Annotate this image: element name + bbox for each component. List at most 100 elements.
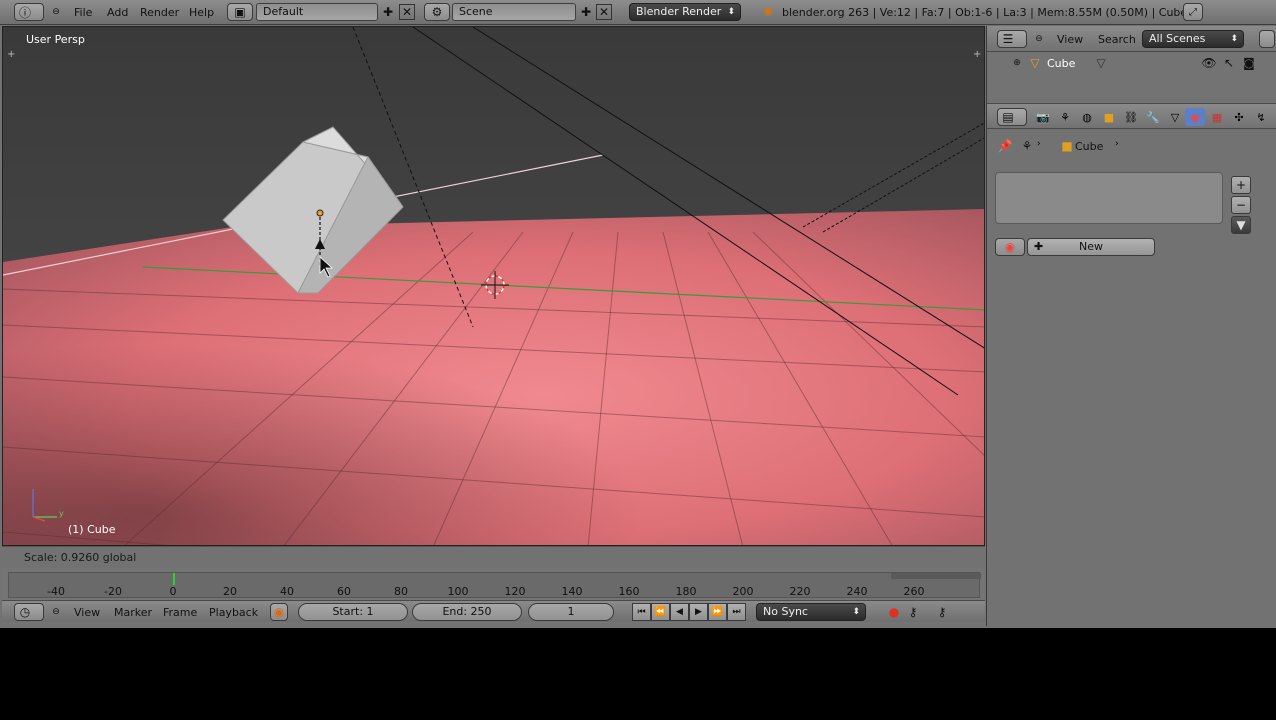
preview-range-button[interactable]: ◉ xyxy=(270,603,288,621)
outliner-editor-type-button[interactable]: ☰ xyxy=(997,30,1027,48)
play-reverse-button[interactable]: ◀ xyxy=(670,603,689,621)
collapse-menu-icon[interactable]: ⊖ xyxy=(1031,31,1047,47)
jump-keyframe-back-button[interactable]: ⏪ xyxy=(651,603,670,621)
material-tab-icon[interactable]: ◉ xyxy=(1185,108,1205,126)
physics-tab-icon[interactable]: ↯ xyxy=(1251,108,1271,126)
select-arrow-icon[interactable]: ↖ xyxy=(1221,55,1237,71)
timeline-menu-frame[interactable]: Frame xyxy=(163,606,197,619)
start-frame-label: Start: 1 xyxy=(332,605,374,618)
remove-layout-icon[interactable]: ✕ xyxy=(399,4,415,20)
object-tab-icon[interactable]: ■ xyxy=(1099,108,1119,126)
render-engine-select[interactable]: Blender Render ⬍ xyxy=(629,3,741,21)
slot-specials-button[interactable]: ▼ xyxy=(1231,216,1251,234)
scene-selector[interactable]: ⚙ xyxy=(424,3,450,21)
region-corner-icon[interactable]: + xyxy=(973,49,981,60)
outliner-menu-view[interactable]: View xyxy=(1057,33,1083,46)
updown-arrows-icon: ⬍ xyxy=(1230,34,1238,44)
tick-label: 100 xyxy=(447,585,469,598)
timeline-editor[interactable]: -40 -20 0 20 40 60 80 100 120 140 160 18… xyxy=(2,568,985,624)
keyframe-insert-icon[interactable]: ⚷ xyxy=(934,604,950,620)
play-icon: ▶ xyxy=(695,607,702,617)
menu-file[interactable]: File xyxy=(74,6,92,19)
tick-label: -20 xyxy=(104,585,122,598)
render-camera-icon[interactable]: ◙ xyxy=(1241,55,1257,71)
screen-layout-field[interactable]: Default xyxy=(256,3,378,21)
object-origin xyxy=(316,209,324,217)
eye-icon[interactable]: 👁 xyxy=(1201,55,1217,71)
3d-viewport[interactable]: y + + User Persp (1) Cube xyxy=(2,26,985,546)
editor-type-button[interactable]: ⓘ xyxy=(14,3,44,21)
timeline-menu-playback[interactable]: Playback xyxy=(209,606,258,619)
current-frame-indicator[interactable] xyxy=(173,573,175,585)
operator-status-bar: Scale: 0.9260 global xyxy=(2,546,985,568)
outliner-search-button[interactable] xyxy=(1259,30,1275,48)
viewport-scene: y + + xyxy=(3,27,984,545)
expand-icon[interactable]: ⊕ xyxy=(1009,55,1025,71)
add-slot-button[interactable]: + xyxy=(1231,176,1251,194)
outliner-item-label: Cube xyxy=(1047,57,1076,70)
tick-label: 160 xyxy=(618,585,640,598)
pin-icon[interactable]: 📌 xyxy=(997,138,1013,154)
jump-to-end-button[interactable]: ⏭ xyxy=(727,603,746,621)
timeline-header: ◷ ⊖ View Marker Frame Playback ◉ Start: … xyxy=(2,600,985,622)
record-icon[interactable]: ● xyxy=(886,604,902,620)
scene-icon: ⚙ xyxy=(431,5,443,19)
outliner-menu-search[interactable]: Search xyxy=(1098,33,1136,46)
tick-label: 200 xyxy=(732,585,754,598)
timeline-menu-view[interactable]: View xyxy=(74,606,100,619)
jump-keyframe-forward-button[interactable]: ⏩ xyxy=(708,603,727,621)
properties-header: ▤ 📷 ⚘ ◍ ■ ⛓ 🔧 ▽ ◉ ▦ ✣ ↯ xyxy=(987,103,1276,129)
play-button[interactable]: ▶ xyxy=(689,603,708,621)
properties-editor-type-button[interactable]: ▤ xyxy=(997,108,1027,126)
fullscreen-button[interactable]: ⤢ xyxy=(1183,3,1203,21)
tick-label: -40 xyxy=(47,585,65,598)
display-mode-select[interactable]: All Scenes ⬍ xyxy=(1142,30,1244,48)
tick-label: 260 xyxy=(903,585,925,598)
svg-text:y: y xyxy=(59,509,64,518)
end-frame-field[interactable]: End: 250 xyxy=(412,603,522,621)
current-frame-field[interactable]: 1 xyxy=(528,603,614,621)
timeline-menu-marker[interactable]: Marker xyxy=(114,606,152,619)
sync-mode-select[interactable]: No Sync ⬍ xyxy=(756,603,866,621)
preview-range-icon: ◉ xyxy=(273,605,285,619)
remove-slot-button[interactable]: − xyxy=(1231,196,1251,214)
world-tab-icon[interactable]: ◍ xyxy=(1077,108,1097,126)
modifiers-tab-wrench-icon[interactable]: 🔧 xyxy=(1143,108,1163,126)
menu-help[interactable]: Help xyxy=(189,6,214,19)
keyframe-forward-icon: ⏩ xyxy=(711,607,724,617)
timeline-scroll-end xyxy=(891,573,981,579)
render-tab-camera-icon[interactable]: 📷 xyxy=(1033,108,1053,126)
menu-render[interactable]: Render xyxy=(140,6,179,19)
constraints-tab-icon[interactable]: ⛓ xyxy=(1121,108,1141,126)
mesh-object-icon: ▽ xyxy=(1030,56,1040,70)
keying-set-icon[interactable]: ⚷ xyxy=(905,604,921,620)
particles-tab-icon[interactable]: ✣ xyxy=(1229,108,1249,126)
collapse-menu-icon[interactable]: ⊖ xyxy=(48,604,64,620)
data-tab-icon[interactable]: ▽ xyxy=(1165,108,1185,126)
current-frame-label: 1 xyxy=(567,605,575,618)
add-layout-icon[interactable]: ✚ xyxy=(380,4,396,20)
updown-arrows-icon: ⬍ xyxy=(727,7,735,17)
material-browse-button[interactable]: ◉ xyxy=(995,238,1025,256)
region-corner-icon[interactable]: + xyxy=(7,49,15,60)
floor-shadow xyxy=(3,209,984,545)
tick-label: 20 xyxy=(223,585,237,598)
jump-to-start-button[interactable]: ⏮ xyxy=(632,603,651,621)
collapse-menu-icon[interactable]: ⊖ xyxy=(48,4,64,20)
texture-tab-icon[interactable]: ▦ xyxy=(1207,108,1227,126)
blender-logo-icon: ✺ xyxy=(762,5,774,19)
timeline-ruler[interactable]: -40 -20 0 20 40 60 80 100 120 140 160 18… xyxy=(8,572,981,598)
add-scene-icon[interactable]: ✚ xyxy=(578,4,594,20)
menu-add[interactable]: Add xyxy=(107,6,128,19)
material-slot-list[interactable] xyxy=(995,172,1223,224)
remove-scene-icon[interactable]: ✕ xyxy=(596,4,612,20)
list-item[interactable]: ⊕ ▽ Cube ▽ 👁 ↖ ◙ xyxy=(987,52,1263,74)
plus-icon: + xyxy=(1235,178,1247,192)
start-frame-field[interactable]: Start: 1 xyxy=(298,603,408,621)
scene-tab-icon[interactable]: ⚘ xyxy=(1055,108,1075,126)
info-icon: ⓘ xyxy=(18,5,31,20)
scene-field[interactable]: Scene xyxy=(452,3,576,21)
screen-layout-selector[interactable]: ▣ xyxy=(227,3,253,21)
timeline-editor-type-button[interactable]: ◷ xyxy=(14,603,44,621)
new-material-button[interactable]: ✚ New xyxy=(1027,238,1155,256)
